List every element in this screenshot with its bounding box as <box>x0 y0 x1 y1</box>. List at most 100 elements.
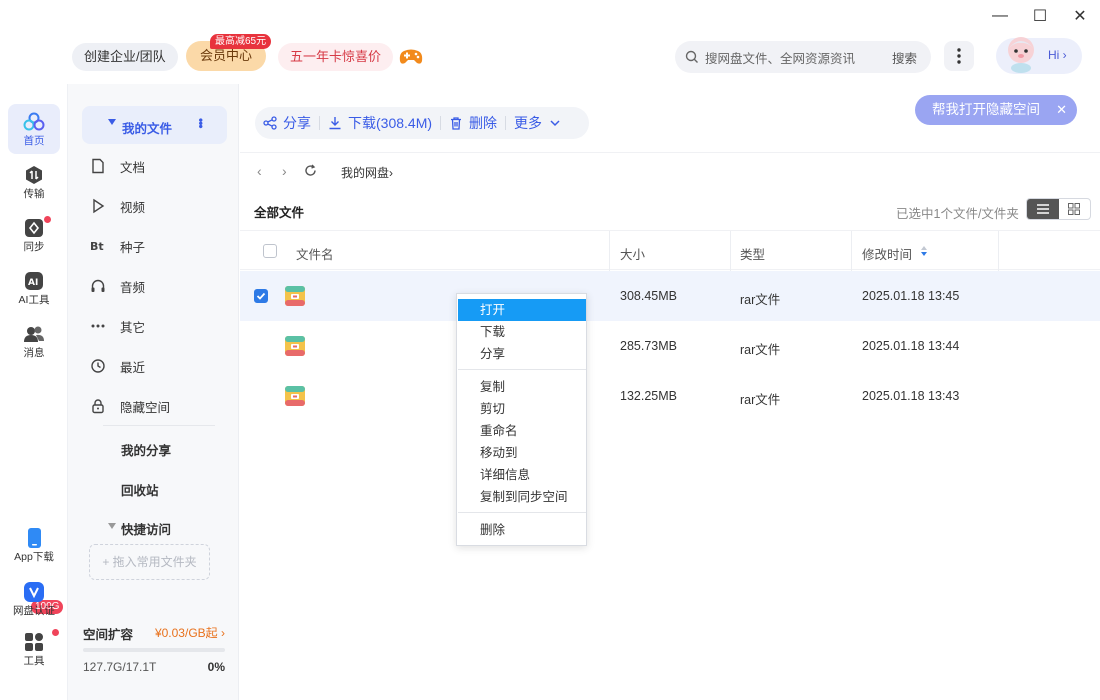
file-type: rar文件 <box>740 393 781 407</box>
select-all-checkbox[interactable] <box>263 244 277 258</box>
menu-item-details[interactable]: 详细信息 <box>458 464 586 486</box>
breadcrumb[interactable]: 我的网盘› <box>341 164 393 181</box>
quick-access-drop-zone[interactable]: + 拖入常用文件夹 <box>89 544 210 580</box>
sidebar-item-label: 文档 <box>120 160 146 175</box>
column-header-size[interactable]: 大小 <box>620 244 645 263</box>
sidebar-item-label: 视频 <box>120 200 146 215</box>
rail-label: 同步 <box>23 241 45 253</box>
expand-arrow-icon[interactable] <box>108 523 116 529</box>
sidebar-item-recycle-bin[interactable]: 回收站 <box>121 480 159 499</box>
refresh-icon[interactable] <box>304 164 317 177</box>
more-menu-button[interactable] <box>944 41 974 71</box>
more-label: 更多 <box>514 115 543 131</box>
delete-label: 删除 <box>469 115 498 131</box>
file-toolbar: 分享 下载(308.4M) 删除 更多 <box>255 107 589 139</box>
recent-icon <box>91 359 105 373</box>
sidebar-item-video[interactable]: 视频 <box>93 196 146 216</box>
sidebar-item-quick-access[interactable]: 快捷访问 <box>121 519 171 538</box>
sidebar-item-my-files[interactable]: 我的文件 ••• <box>82 106 227 144</box>
column-header-name[interactable]: 文件名 <box>296 244 334 263</box>
grid-apps-icon <box>25 633 43 651</box>
menu-item-copy-to-sync[interactable]: 复制到同步空间 <box>458 486 586 508</box>
chevron-down-icon <box>550 120 560 127</box>
share-label: 分享 <box>283 115 311 131</box>
forward-arrow-icon[interactable]: › <box>282 163 287 179</box>
cloud-icon <box>23 112 45 131</box>
menu-item-move-to[interactable]: 移动到 <box>458 442 586 464</box>
user-profile-button[interactable]: Hi › <box>996 37 1082 74</box>
column-divider[interactable] <box>851 231 852 271</box>
file-size: 285.73MB <box>620 339 677 353</box>
sync-icon <box>25 219 43 237</box>
search-button[interactable]: 搜索 <box>892 48 917 67</box>
video-icon <box>93 198 105 214</box>
file-type: rar文件 <box>740 293 781 307</box>
sidebar-item-hidden-space[interactable]: 隐藏空间 <box>92 396 170 416</box>
sidebar-item-torrent[interactable]: Bt 种子 <box>90 236 146 256</box>
rail-ai-tools[interactable]: AI AI工具 <box>8 263 60 313</box>
download-button[interactable]: 下载(308.4M) <box>320 113 440 133</box>
column-divider[interactable] <box>609 231 610 271</box>
open-hidden-space-banner[interactable]: 帮我打开隐藏空间 ✕ <box>915 95 1077 125</box>
search-input[interactable]: 搜网盘文件、全网资源资讯 搜索 <box>675 41 931 73</box>
annual-promo-button[interactable]: 五一年卡惊喜价 <box>278 43 394 71</box>
column-header-type[interactable]: 类型 <box>740 244 765 263</box>
table-header: 文件名 大小 类型 修改时间 <box>240 230 1100 271</box>
collapse-arrow-icon[interactable] <box>108 119 116 125</box>
gamepad-icon[interactable] <box>398 44 424 68</box>
rail-app-download[interactable]: App下载 <box>8 520 60 568</box>
delete-button[interactable]: 删除 <box>441 113 505 133</box>
table-row[interactable]: 285.73MB rar文件 2025.01.18 13:44 <box>240 321 1100 371</box>
menu-item-download[interactable]: 下载 <box>458 321 586 343</box>
storage-upgrade-link[interactable]: ¥0.03/GB起 › <box>155 624 225 641</box>
file-modified: 2025.01.18 13:45 <box>862 289 960 303</box>
grid-view-icon <box>1068 203 1081 215</box>
sidebar-item-my-share[interactable]: 我的分享 <box>121 440 171 459</box>
rail-sync[interactable]: 同步 <box>8 210 60 260</box>
rail-home[interactable]: 首页 <box>8 104 60 154</box>
rail-label: 消息 <box>23 347 45 359</box>
menu-item-share[interactable]: 分享 <box>458 343 586 365</box>
menu-item-copy[interactable]: 复制 <box>458 376 586 398</box>
more-button[interactable]: 更多 <box>506 113 570 133</box>
banner-text: 帮我打开隐藏空间 <box>932 102 1040 117</box>
back-arrow-icon[interactable]: ‹ <box>257 163 262 179</box>
close-icon[interactable]: ✕ <box>1056 95 1067 125</box>
sidebar-item-audio[interactable]: 音频 <box>91 276 145 296</box>
sidebar-item-label: 种子 <box>120 240 146 255</box>
list-view-button[interactable] <box>1027 199 1059 219</box>
phone-icon <box>28 528 41 548</box>
sidebar-item-other[interactable]: 其它 <box>91 316 146 336</box>
column-header-modified[interactable]: 修改时间 <box>862 244 912 263</box>
rail-messages[interactable]: 消息 <box>8 316 60 366</box>
rail-verify[interactable]: 网盘认证 <box>8 574 60 622</box>
rail-label: App下载 <box>14 551 54 563</box>
create-enterprise-button[interactable]: 创建企业/团队 <box>72 43 178 71</box>
tools-notification-dot <box>52 629 59 636</box>
column-divider[interactable] <box>730 231 731 271</box>
sidebar: 我的文件 ••• 文档 视频 Bt 种子 音频 其它 最近 隐藏空间 我的分享 … <box>68 84 239 700</box>
sidebar-item-label: 其它 <box>120 320 146 335</box>
sidebar-item-recent[interactable]: 最近 <box>91 356 145 376</box>
menu-item-open[interactable]: 打开 <box>458 299 586 321</box>
message-icon <box>24 326 44 342</box>
rail-transfer[interactable]: 传输 <box>8 157 60 207</box>
torrent-icon: Bt <box>90 240 104 253</box>
menu-item-rename[interactable]: 重命名 <box>458 420 586 442</box>
table-row[interactable]: 132.25MB rar文件 2025.01.18 13:43 <box>240 371 1100 421</box>
my-files-label: 我的文件 <box>122 122 173 136</box>
share-button[interactable]: 分享 <box>255 113 319 133</box>
sort-icon[interactable] <box>920 246 928 256</box>
table-row[interactable]: 308.45MB rar文件 2025.01.18 13:45 <box>240 271 1100 321</box>
column-divider[interactable] <box>998 231 999 271</box>
grid-view-button[interactable] <box>1059 199 1091 219</box>
menu-item-cut[interactable]: 剪切 <box>458 398 586 420</box>
more-options-icon[interactable]: ••• <box>194 118 208 128</box>
audio-icon <box>91 279 105 292</box>
sidebar-item-documents[interactable]: 文档 <box>92 156 146 176</box>
row-checkbox[interactable] <box>254 289 268 303</box>
sidebar-divider <box>103 425 215 426</box>
menu-item-delete[interactable]: 删除 <box>458 519 586 541</box>
svg-text:AI: AI <box>28 278 38 288</box>
search-icon <box>685 50 698 63</box>
